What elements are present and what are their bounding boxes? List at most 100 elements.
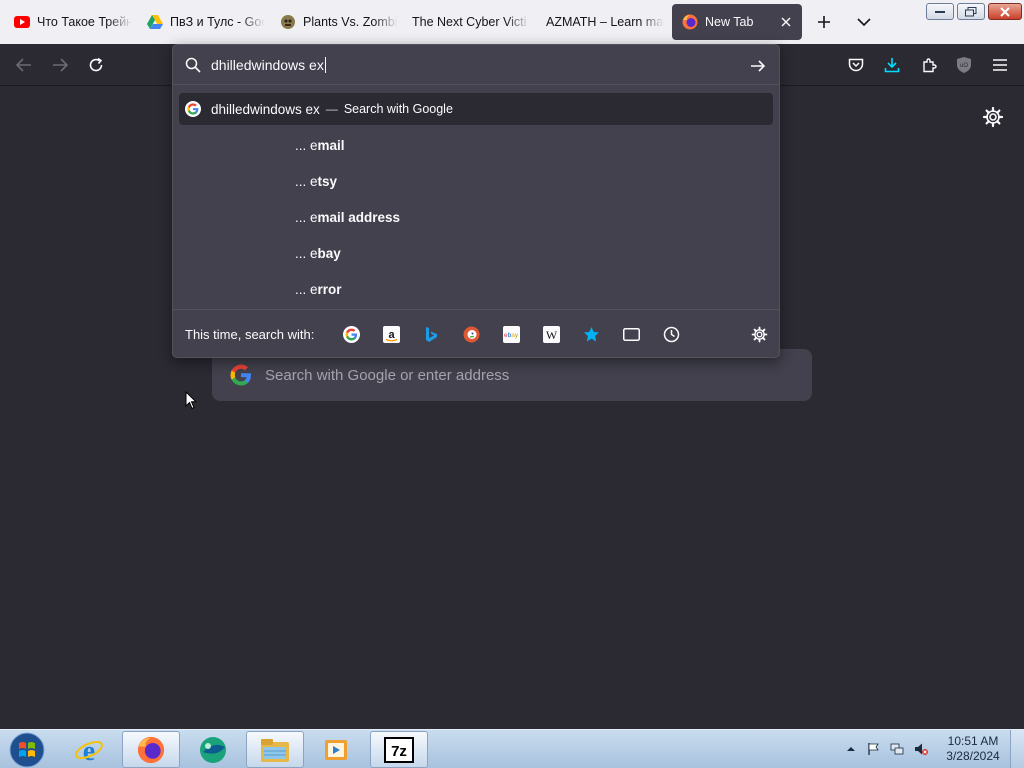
one-off-search-bar: This time, search with: a ebay W — [173, 309, 779, 357]
ublock-shield-icon: uO — [957, 57, 971, 73]
suggestion-completion: rror — [317, 281, 342, 297]
network-icon[interactable] — [890, 742, 904, 756]
reload-button[interactable] — [82, 52, 110, 78]
reload-icon — [89, 57, 103, 72]
zombie-icon — [280, 14, 296, 30]
taskbar-7zip[interactable]: 7z — [370, 731, 428, 768]
firefox-icon — [682, 14, 698, 30]
start-button[interactable] — [0, 731, 54, 768]
chevron-down-icon — [857, 18, 871, 27]
suggestion-email[interactable]: ... e mail — [295, 135, 345, 155]
file-explorer-icon — [261, 738, 289, 762]
duckduckgo-icon[interactable] — [460, 323, 482, 345]
plus-icon — [818, 16, 830, 28]
pocket-button[interactable] — [842, 52, 870, 78]
taskbar-file-explorer[interactable] — [246, 731, 304, 768]
taskbar-internet-explorer[interactable]: e — [60, 731, 118, 768]
google-icon — [185, 101, 201, 117]
suggestion-completion: tsy — [317, 173, 338, 189]
suggestion-prefix: ... e — [295, 137, 318, 153]
tabs-icon[interactable] — [620, 323, 642, 345]
amazon-icon[interactable]: a — [380, 323, 402, 345]
suggestion-completion: bay — [317, 245, 341, 261]
youtube-icon — [14, 14, 30, 30]
svg-text:7z: 7z — [391, 743, 407, 760]
taskbar-firefox[interactable] — [122, 731, 180, 768]
wikipedia-icon[interactable]: W — [540, 323, 562, 345]
suggestion-prefix: ... e — [295, 245, 318, 261]
action-center-flag-icon[interactable] — [866, 742, 880, 756]
svg-text:a: a — [388, 329, 395, 341]
suggestion-completion: mail — [317, 137, 345, 153]
restore-icon — [965, 6, 977, 16]
taskbar-media-player[interactable] — [308, 731, 366, 768]
app-globe-icon — [200, 736, 226, 763]
restore-button[interactable] — [957, 3, 985, 20]
clock-date: 3/28/2024 — [946, 749, 1000, 763]
google-icon[interactable] — [340, 323, 362, 345]
tab-google-drive[interactable]: ПвЗ и Тулс - Goo — [137, 4, 265, 40]
minimize-icon — [935, 10, 945, 13]
tab-title: New Tab — [705, 15, 754, 29]
show-hidden-icons-icon[interactable] — [844, 742, 858, 756]
suggestion-etsy[interactable]: ... e tsy — [295, 171, 337, 191]
result-search-with-google[interactable]: dhilledwindows ex — Search with Google — [179, 93, 773, 125]
7zip-icon: 7z — [384, 736, 414, 763]
tab-cyber-victim[interactable]: The Next Cyber Victi — [402, 4, 530, 40]
extensions-button[interactable] — [915, 52, 943, 78]
urlbar-typed-text: dhilledwindows ex — [211, 57, 324, 73]
urlbar-dropdown: dhilledwindows ex dhilledwindows ex — Se… — [172, 44, 780, 358]
search-icon — [185, 57, 201, 73]
google-drive-icon — [147, 14, 163, 30]
result-separator: — — [325, 102, 338, 116]
search-settings-gear-icon[interactable] — [748, 323, 770, 345]
close-window-button[interactable] — [988, 3, 1022, 20]
tab-plants-vs-zombies[interactable]: Plants Vs. Zombi — [270, 4, 398, 40]
show-desktop-button[interactable] — [1010, 730, 1024, 768]
arrow-right-icon — [53, 58, 68, 72]
bookmarks-star-icon[interactable] — [580, 323, 602, 345]
arrow-left-icon — [16, 58, 31, 72]
ebay-icon[interactable]: ebay — [500, 323, 522, 345]
one-off-label: This time, search with: — [185, 327, 315, 342]
ublock-origin-button[interactable]: uO — [950, 52, 978, 78]
close-icon — [1000, 6, 1010, 17]
google-icon — [230, 364, 251, 386]
new-tab-button[interactable] — [812, 10, 836, 34]
taskbar-clock[interactable]: 10:51 AM 3/28/2024 — [942, 734, 1004, 764]
back-button[interactable] — [10, 52, 38, 78]
svg-text:W: W — [545, 328, 557, 342]
suggestion-email-address[interactable]: ... e mail address — [295, 207, 400, 227]
svg-text:ebay: ebay — [504, 332, 519, 339]
suggestion-prefix: ... e — [295, 173, 318, 189]
tab-azmath[interactable]: AZMATH – Learn ma — [536, 4, 664, 40]
history-icon[interactable] — [660, 323, 682, 345]
close-tab-icon[interactable] — [776, 12, 796, 32]
volume-muted-icon[interactable] — [914, 742, 928, 756]
list-all-tabs-button[interactable] — [852, 10, 876, 34]
urlbar-input-row[interactable]: dhilledwindows ex — [173, 45, 779, 85]
newtab-customize-gear-icon[interactable] — [982, 106, 1004, 128]
hamburger-menu-icon — [993, 59, 1007, 71]
suggestion-error[interactable]: ... e rror — [295, 279, 342, 299]
svg-text:uO: uO — [960, 63, 968, 69]
suggestion-prefix: ... e — [295, 281, 318, 297]
media-player-icon — [325, 739, 347, 760]
taskbar-app-globe[interactable] — [184, 731, 242, 768]
suggestion-ebay[interactable]: ... e bay — [295, 243, 341, 263]
result-typed-text: dhilledwindows ex — [211, 101, 320, 117]
go-arrow-icon[interactable] — [749, 57, 767, 75]
clock-time: 10:51 AM — [947, 734, 999, 748]
download-icon — [884, 58, 900, 73]
downloads-button[interactable] — [878, 52, 906, 78]
tab-new-tab[interactable]: New Tab — [672, 4, 802, 40]
bing-icon[interactable] — [420, 323, 442, 345]
urlbar-input[interactable]: dhilledwindows ex — [211, 56, 326, 74]
tab-youtube[interactable]: Что Такое Трейн — [4, 4, 132, 40]
windows-taskbar: e 7z 10:51 AM 3/28/2024 — [0, 729, 1024, 768]
app-menu-button[interactable] — [986, 52, 1014, 78]
mouse-cursor-icon — [185, 391, 197, 410]
start-orb-icon — [9, 732, 45, 767]
forward-button[interactable] — [46, 52, 74, 78]
minimize-button[interactable] — [926, 3, 954, 20]
